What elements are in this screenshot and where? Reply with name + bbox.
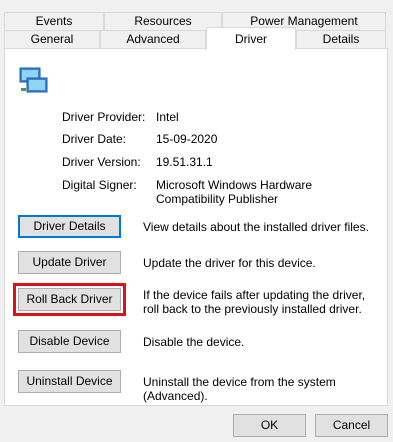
driver-panel: Driver Provider: Intel Driver Date: 15-0… [4,48,388,406]
driver-date-value: 15-09-2020 [156,132,218,146]
tab-details[interactable]: Details [296,30,386,49]
cancel-button[interactable]: Cancel [315,414,388,437]
update-driver-button[interactable]: Update Driver [18,251,121,274]
driver-date-label: Driver Date: [62,132,127,146]
uninstall-device-description: Uninstall the device from the system (Ad… [143,375,336,403]
uninstall-device-button[interactable]: Uninstall Device [18,370,121,393]
disable-device-button[interactable]: Disable Device [18,330,121,353]
network-adapter-icon [19,67,49,98]
tab-resources[interactable]: Resources [104,12,222,31]
driver-version-label: Driver Version: [62,155,141,169]
tab-advanced[interactable]: Advanced [100,30,206,49]
tab-general[interactable]: General [4,30,100,49]
disable-device-description: Disable the device. [143,335,245,349]
driver-details-button[interactable]: Driver Details [18,215,121,238]
tab-driver[interactable]: Driver [206,27,296,50]
digital-signer-label: Digital Signer: [62,178,137,192]
roll-back-driver-button[interactable]: Roll Back Driver [13,283,126,316]
driver-provider-label: Driver Provider: [62,110,146,124]
tab-events[interactable]: Events [4,12,104,31]
driver-provider-value: Intel [156,110,179,124]
roll-back-driver-description: If the device fails after updating the d… [143,288,366,316]
ok-button[interactable]: OK [233,414,306,437]
digital-signer-value: Microsoft Windows Hardware Compatibility… [156,178,313,206]
driver-version-value: 19.51.31.1 [156,155,213,169]
driver-details-description: View details about the installed driver … [143,220,369,234]
update-driver-description: Update the driver for this device. [143,256,316,270]
